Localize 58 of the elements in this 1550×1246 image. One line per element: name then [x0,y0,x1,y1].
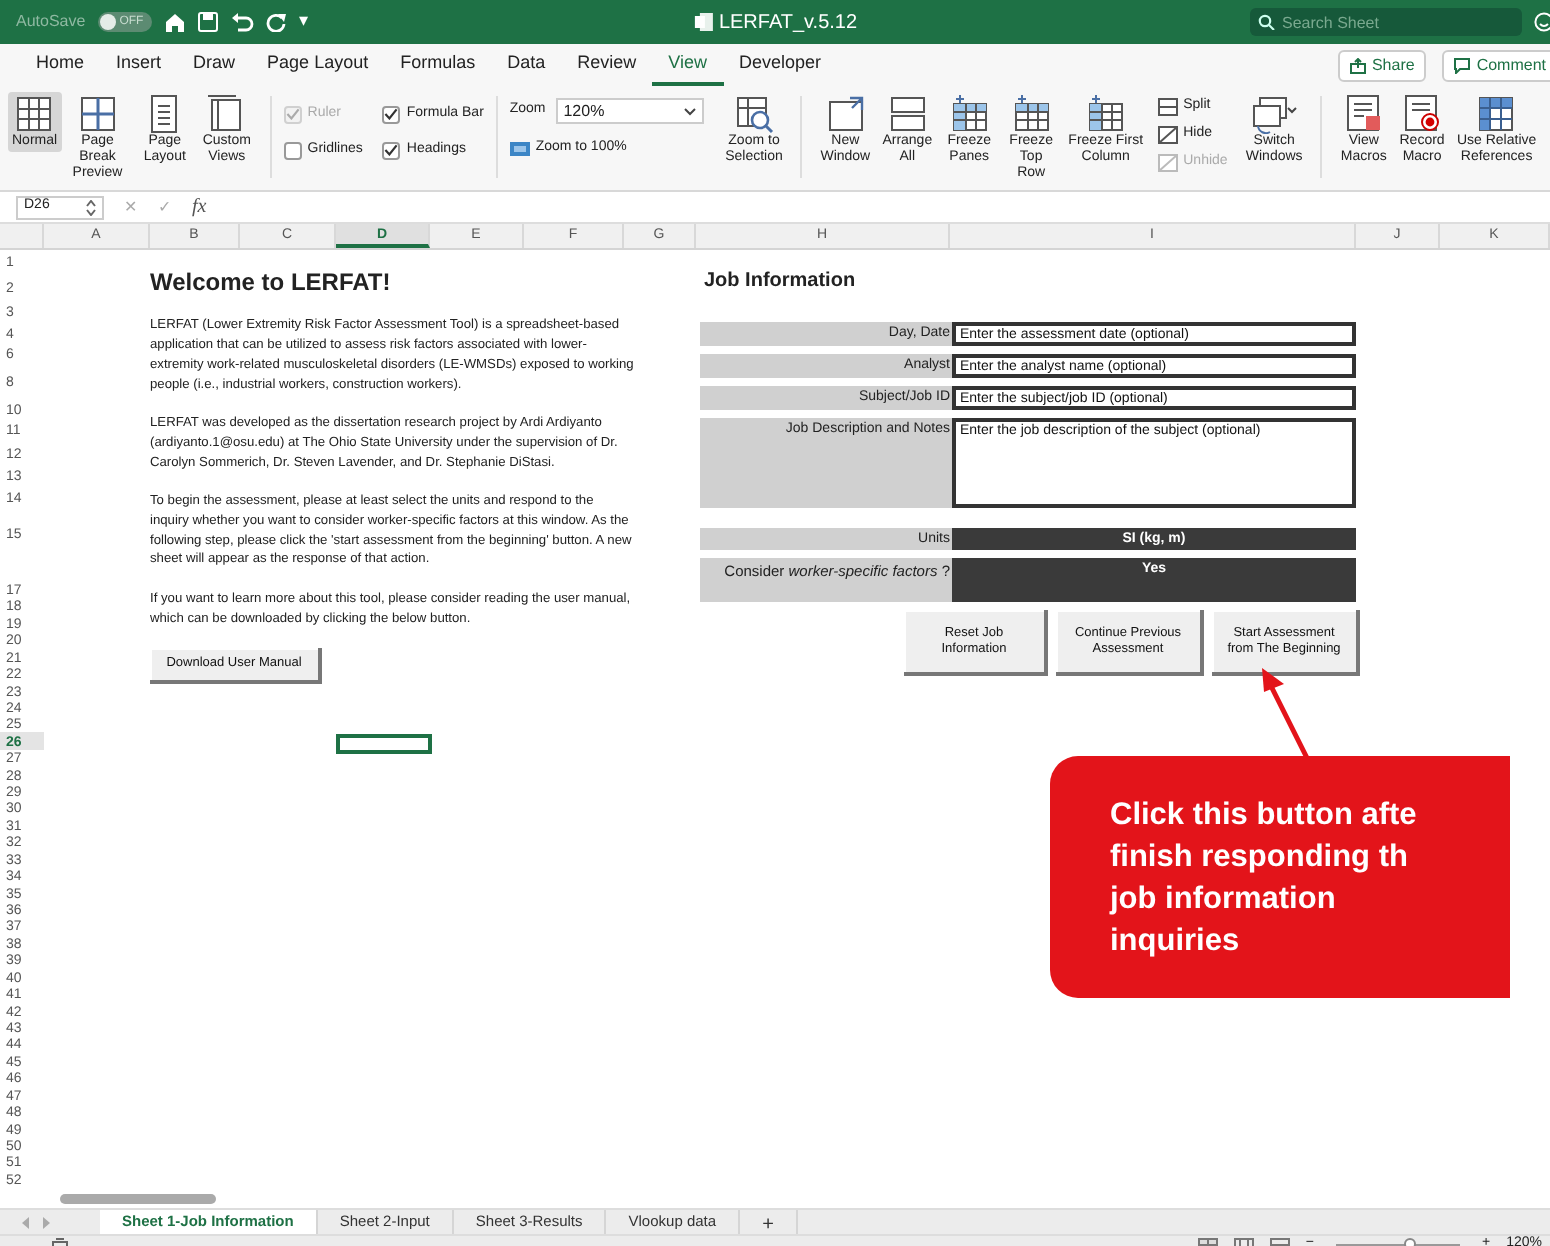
menu-tab[interactable]: Review [561,46,653,86]
selected-cell [336,734,432,754]
redo-icon[interactable] [265,12,288,32]
comment-icon [1454,58,1471,74]
save-icon[interactable] [197,12,218,32]
check-icon [384,144,399,156]
smiley-icon[interactable] [1534,12,1550,32]
menu-tab[interactable]: Draw [177,46,252,86]
menu-tab[interactable]: Developer [723,46,838,86]
callout-text: inquiries [1110,921,1242,961]
hide-window-icon [1157,126,1178,144]
views-icon [206,94,247,134]
chevron-icon [683,107,696,115]
customize-toolbar-button[interactable]: ▾ [299,8,310,36]
callout-text: Click this button afte [1110,795,1419,835]
checkbox[interactable] [382,141,401,159]
menu-tab[interactable]: Insert [100,46,178,86]
zoom-dropdown[interactable]: 120% [555,98,704,124]
freeze-grid-icon [1085,94,1126,134]
function-button[interactable]: fx [192,192,207,222]
checkbox[interactable] [283,141,302,159]
magnifier-grid-icon [734,94,774,134]
undo-icon[interactable] [229,12,254,32]
share-icon [1349,58,1366,74]
grid-icon [1476,94,1517,134]
welcome-heading: Welcome to LERFAT! [150,268,393,297]
search-field[interactable]: Search Sheet [1250,8,1522,36]
checkbox[interactable] [382,105,401,123]
home-icon[interactable] [163,12,186,32]
section-heading: Job Information [704,270,858,294]
stepper-icon [86,199,96,215]
menu-tab[interactable]: Data [491,46,562,86]
menu-tab[interactable]: Home [20,46,101,86]
stacked-windows-icon [887,94,928,134]
window-icon [825,94,866,134]
freeze-grid-icon [1011,94,1052,134]
page-break-icon [77,94,118,134]
window-title: LERFAT_v.5.12 [718,9,858,37]
windows-icon [1250,94,1299,134]
search-icon [1258,14,1276,30]
workbook-icon [692,12,713,32]
autosave-label: AutoSave [16,10,86,34]
menu-tab[interactable]: Page Layout [251,46,385,86]
percent-box-icon [509,142,530,156]
callout-text: job information [1110,879,1338,919]
grid-icon [14,94,55,134]
zoom-slider-thumb[interactable] [1404,1237,1417,1246]
hide-window-icon [1157,154,1178,172]
freeze-grid-icon [949,94,990,134]
scrollbar-thumb[interactable] [60,1193,216,1203]
record-icon [1402,94,1443,134]
macro-sheet-icon [1343,94,1384,134]
callout-text: finish responding th [1110,837,1410,877]
check-icon [384,108,399,120]
comment-button[interactable]: Comment [1442,50,1550,82]
share-button[interactable]: Share [1337,50,1427,82]
split-icon [1157,98,1178,116]
menu-tab[interactable]: Formulas [384,46,492,86]
